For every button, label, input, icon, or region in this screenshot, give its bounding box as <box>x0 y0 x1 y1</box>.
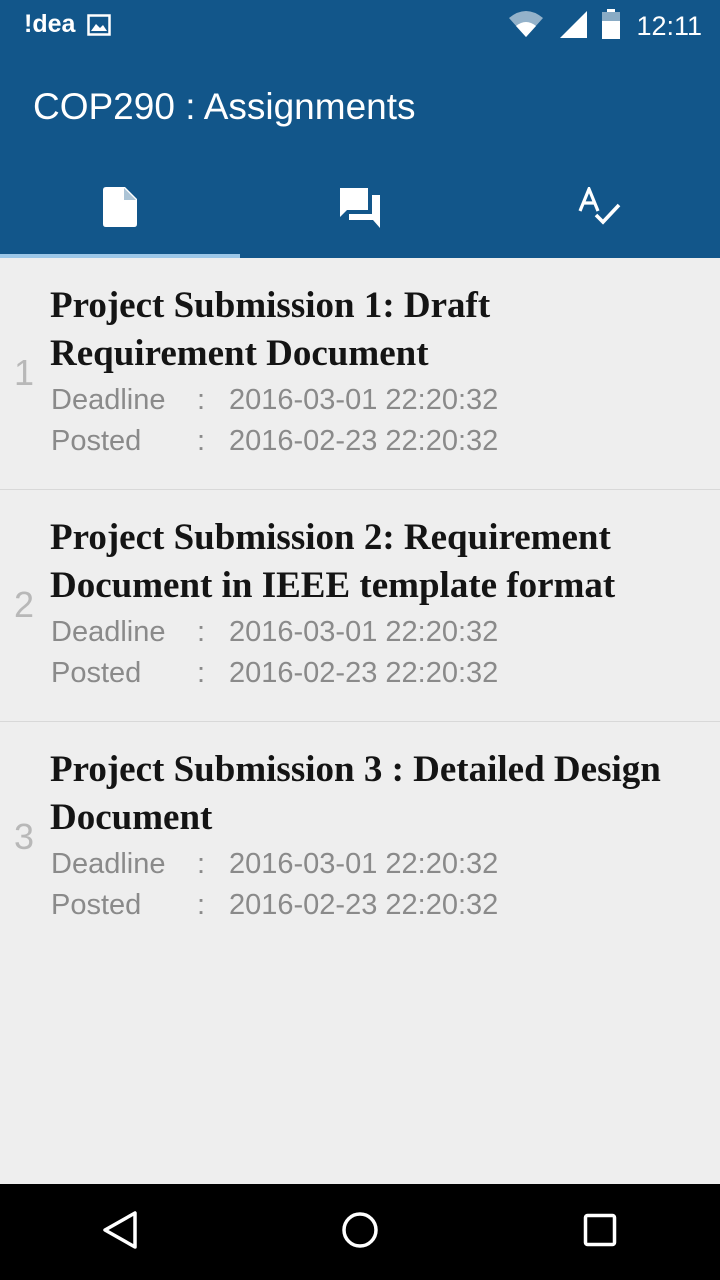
carrier-name: !dea <box>24 10 76 38</box>
assignment-title: Project Submission 1: Draft Requirement … <box>50 285 491 374</box>
deadline-row: Deadline : 2016-03-01 22:20:32 <box>51 848 498 881</box>
assignment-list: 1 Project Submission 1: Draft Requiremen… <box>0 258 720 954</box>
deadline-label: Deadline <box>51 616 166 648</box>
item-number: 3 <box>14 816 35 857</box>
tab-documents[interactable] <box>0 160 240 258</box>
spellcheck-icon <box>578 184 622 232</box>
clock: 12:11 <box>636 10 702 41</box>
assignment-title: Project Submission 2: Requirement Docume… <box>50 517 616 606</box>
status-right: 12:11 <box>494 8 702 44</box>
status-bar: !dea 12:11 <box>0 0 720 52</box>
deadline-value: 2016-03-01 22:20:32 <box>229 384 499 416</box>
list-item[interactable]: 3 Project Submission 3 : Detailed Design… <box>0 722 720 954</box>
separator: : <box>197 425 206 457</box>
separator: : <box>197 889 206 921</box>
system-nav-bar <box>0 1184 720 1280</box>
posted-row: Posted : 2016-02-23 22:20:32 <box>51 657 498 690</box>
battery-icon <box>602 8 621 44</box>
list-item[interactable]: 2 Project Submission 2: Requirement Docu… <box>0 490 720 722</box>
deadline-value: 2016-03-01 22:20:32 <box>229 616 499 648</box>
recents-icon <box>583 1213 617 1252</box>
posted-label: Posted <box>51 889 142 921</box>
page-title: COP290 : Assignments <box>33 86 416 127</box>
posted-value: 2016-02-23 22:20:32 <box>229 889 499 921</box>
deadline-label: Deadline <box>51 384 166 416</box>
deadline-label: Deadline <box>51 848 166 880</box>
tab-discussions[interactable] <box>240 160 480 258</box>
document-icon <box>103 186 137 232</box>
back-icon <box>101 1210 139 1255</box>
posted-value: 2016-02-23 22:20:32 <box>229 425 499 457</box>
deadline-row: Deadline : 2016-03-01 22:20:32 <box>51 384 498 417</box>
posted-label: Posted <box>51 657 142 689</box>
signal-icon <box>558 9 588 44</box>
posted-row: Posted : 2016-02-23 22:20:32 <box>51 425 498 458</box>
home-icon <box>341 1211 379 1254</box>
posted-label: Posted <box>51 425 142 457</box>
gallery-icon <box>87 13 112 36</box>
separator: : <box>197 384 206 416</box>
forum-icon <box>338 186 382 233</box>
app-bar: COP290 : Assignments <box>0 52 720 258</box>
deadline-row: Deadline : 2016-03-01 22:20:32 <box>51 616 498 649</box>
home-button[interactable] <box>300 1184 420 1280</box>
wifi-icon <box>508 10 544 43</box>
recents-button[interactable] <box>540 1184 660 1280</box>
assignment-title: Project Submission 3 : Detailed Design D… <box>50 749 661 838</box>
posted-row: Posted : 2016-02-23 22:20:32 <box>51 889 498 922</box>
posted-value: 2016-02-23 22:20:32 <box>229 657 499 689</box>
status-left: !dea <box>24 10 112 39</box>
deadline-value: 2016-03-01 22:20:32 <box>229 848 499 880</box>
separator: : <box>197 657 206 689</box>
tab-grades[interactable] <box>480 160 720 258</box>
tab-bar <box>0 160 720 258</box>
list-item[interactable]: 1 Project Submission 1: Draft Requiremen… <box>0 258 720 490</box>
back-button[interactable] <box>60 1184 180 1280</box>
separator: : <box>197 848 206 880</box>
item-number: 1 <box>14 352 35 393</box>
item-number: 2 <box>14 584 35 625</box>
separator: : <box>197 616 206 648</box>
